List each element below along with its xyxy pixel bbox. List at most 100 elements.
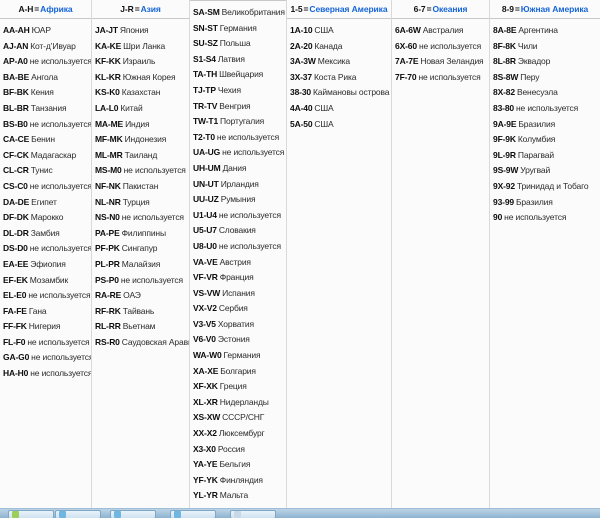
code-range: DL-DR xyxy=(3,227,29,238)
table-row: ML-MR Таиланд xyxy=(92,148,189,164)
code-range: 3X-37 xyxy=(290,71,312,82)
code-range: 6A-6W xyxy=(395,25,421,35)
table-row: FF-FK Нигерия xyxy=(0,319,91,335)
country-name: Греция xyxy=(219,381,247,392)
code-range: 9F-9K xyxy=(493,134,516,145)
country-name: Австрия xyxy=(219,256,251,267)
country-name: Новая Зеландия xyxy=(420,56,484,67)
code-range: 9S-9W xyxy=(493,165,519,176)
country-name: Латвия xyxy=(217,53,245,64)
table-row: SA-SM Великобритания xyxy=(190,5,286,21)
country-name: Саудовская Аравия xyxy=(121,336,189,347)
country-name: США xyxy=(314,118,334,129)
country-name: не используется xyxy=(121,212,184,223)
code-range: AJ-AN xyxy=(3,40,29,51)
column-header-4: 1-5=Северная Америка xyxy=(287,0,391,19)
code-range: JA-JT xyxy=(95,25,118,35)
country-name: не используется xyxy=(504,212,567,223)
table-row: CL-CR Тунис xyxy=(0,163,91,179)
taskbar-strip[interactable] xyxy=(0,508,600,518)
country-name: Парагвай xyxy=(517,149,554,160)
column-rows-2: JA-JT Япония KA-KE Шри Ланка KF-KK Израиль KL-… xyxy=(92,19,189,350)
code-range: PA-PE xyxy=(95,227,120,238)
code-range: 38-30 xyxy=(290,87,311,98)
table-row: U5-U7 Словакия xyxy=(190,223,286,239)
country-name: Аргентина xyxy=(518,25,558,35)
code-range: CL-CR xyxy=(3,165,29,176)
code-range: U5-U7 xyxy=(193,225,217,236)
table-row: YL-YR Мальта xyxy=(190,488,286,504)
code-range: 8A-8E xyxy=(493,25,517,35)
taskbar-app-icon xyxy=(174,511,181,518)
table-row: EF-EK Мозамбик xyxy=(0,273,91,289)
country-name: Сингапур xyxy=(121,243,158,254)
code-range: 90 xyxy=(493,212,503,223)
column-header-2: J-R=Азия xyxy=(92,0,189,19)
code-range: YA-YE xyxy=(193,459,218,470)
table-row: PL-PR Малайзия xyxy=(92,257,189,273)
code-range: NS-N0 xyxy=(95,212,120,223)
table-row: KS-K0 Казахстан xyxy=(92,85,189,101)
table-row: PS-P0 не используется xyxy=(92,273,189,289)
code-range: YF-YK xyxy=(193,474,218,485)
code-range: RL-RR xyxy=(95,321,121,332)
column-rows-4: 1A-10 США 2A-20 Канада 3A-3W Мексика 3X-37 Кост… xyxy=(287,19,391,132)
table-row: CS-C0 не используется xyxy=(0,179,91,195)
country-name: Венесуэла xyxy=(516,87,558,98)
country-name: Марокко xyxy=(30,212,64,223)
table-row: 9A-9E Бразилия xyxy=(490,117,600,133)
region-column-4: 1-5=Северная Америка 1A-10 США 2A-20 Канада 3… xyxy=(287,0,392,508)
code-range: FA-FE xyxy=(3,305,27,316)
table-row: TJ-TP Чехия xyxy=(190,83,286,99)
code-range: BL-BR xyxy=(3,102,29,113)
column-header-6: 8-9=Южная Америка xyxy=(490,0,600,19)
table-row: NF-NK Пакистан xyxy=(92,179,189,195)
code-range: YL-YR xyxy=(193,490,218,501)
country-name: Вьетнам xyxy=(122,321,156,332)
table-row: UA-UG не используется xyxy=(190,145,286,161)
code-range: UN-UT xyxy=(193,178,219,189)
table-row: LA-L0 Китай xyxy=(92,101,189,117)
code-range: ML-MR xyxy=(95,149,123,160)
country-name: Мозамбик xyxy=(29,274,69,285)
code-range: 4A-40 xyxy=(290,102,313,113)
country-name: Хорватия xyxy=(217,318,254,329)
code-range: VF-VR xyxy=(193,272,218,283)
code-range: V3-V5 xyxy=(193,318,216,329)
code-range: DF-DK xyxy=(3,212,29,223)
code-range: LA-L0 xyxy=(95,102,119,113)
table-row: FL-F0 не используется xyxy=(0,335,91,351)
table-row: BA-BE Ангола xyxy=(0,70,91,86)
country-name: не используется xyxy=(28,290,91,301)
table-row: 8A-8E Аргентина xyxy=(490,23,600,39)
country-name: не используется xyxy=(123,165,186,176)
country-name: ЮАР xyxy=(31,25,51,35)
country-name: не используется xyxy=(29,118,91,129)
code-range: 8L-8R xyxy=(493,56,516,67)
code-range: DA-DE xyxy=(3,196,30,207)
country-name: Коста Рика xyxy=(313,71,357,82)
country-name: Нигерия xyxy=(28,321,61,332)
table-row: MA-ME Индия xyxy=(92,117,189,133)
table-row: 1A-10 США xyxy=(287,23,391,39)
table-row: S1-S4 Латвия xyxy=(190,52,286,68)
table-row: 90 не используется xyxy=(490,210,600,226)
country-name: Словакия xyxy=(218,225,256,236)
table-row: 8L-8R Эквадор xyxy=(490,54,600,70)
code-range: V6-V0 xyxy=(193,334,216,345)
table-row: 9X-92 Тринидад и Тобаго xyxy=(490,179,600,195)
country-name: не используется xyxy=(29,180,91,191)
table-row: WA-W0 Германия xyxy=(190,348,286,364)
code-range: GA-G0 xyxy=(3,352,30,363)
country-name: Мексика xyxy=(317,56,351,67)
country-name: Тунис xyxy=(30,165,53,176)
code-range: 8S-8W xyxy=(493,71,519,82)
table-row: PF-PK Сингапур xyxy=(92,241,189,257)
code-range: VS-VW xyxy=(193,287,221,298)
table-row: 6A-6W Австралия xyxy=(392,23,489,39)
column-header-region: Северная Америка xyxy=(309,4,388,14)
code-range: MF-MK xyxy=(95,134,123,145)
code-range: CF-CK xyxy=(3,149,29,160)
table-row: UU-UZ Румыния xyxy=(190,192,286,208)
table-row: XF-XK Греция xyxy=(190,379,286,395)
